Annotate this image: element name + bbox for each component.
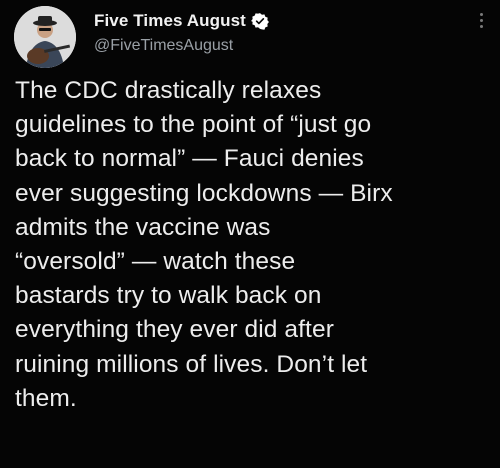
author-handle[interactable]: @FiveTimesAugust: [94, 37, 269, 55]
avatar[interactable]: [14, 6, 76, 68]
tweet-card: Five Times August @FiveTimesAugust The C…: [0, 0, 500, 468]
tweet-text: The CDC drastically relaxes guidelines t…: [15, 77, 393, 412]
display-name[interactable]: Five Times August: [94, 11, 246, 31]
verified-badge-icon: [250, 12, 269, 30]
author-info: Five Times August @FiveTimesAugust: [94, 9, 269, 55]
display-name-row: Five Times August: [94, 9, 269, 33]
more-dot: [479, 25, 483, 28]
more-dot: [479, 19, 483, 22]
more-options-icon[interactable]: [476, 10, 486, 38]
avatar-photo-icon: [14, 6, 76, 68]
more-dot: [479, 13, 483, 16]
